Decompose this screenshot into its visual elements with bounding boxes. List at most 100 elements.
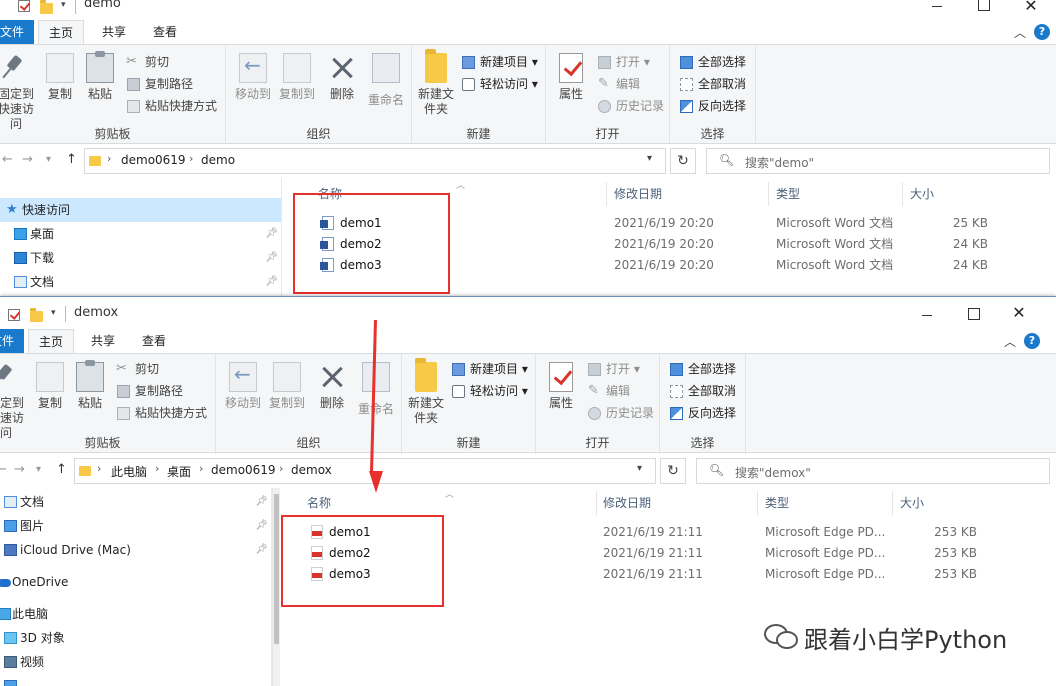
nav-item-icloud-drive[interactable]: iCloud Drive (Mac) 📌︎	[0, 538, 271, 562]
properties-button[interactable]: 属性	[544, 362, 578, 411]
address-history-chevron-down-icon[interactable]: ▾	[637, 463, 642, 474]
copy-button[interactable]: 复制	[42, 53, 78, 102]
close-button[interactable]: ✕	[996, 299, 1042, 331]
move-to-button[interactable]: 移动到	[220, 362, 266, 411]
rename-button[interactable]: 重命名	[354, 362, 398, 417]
pin-quick-access-button[interactable]: 固定到快速访问	[0, 53, 38, 132]
customize-toolbar-chevron-down-icon[interactable]: ▾	[61, 0, 66, 10]
breadcrumb-chevron-right-icon[interactable]: ›	[97, 462, 101, 475]
select-all-button[interactable]: 全部选择	[670, 360, 736, 378]
history-button[interactable]: 历史记录	[588, 404, 654, 422]
properties-quick-icon[interactable]	[8, 309, 20, 321]
back-arrow-icon[interactable]: ←	[0, 462, 7, 477]
nav-item-downloads[interactable]: 下载 📌︎	[0, 246, 281, 270]
copy-to-button[interactable]: 复制到	[274, 53, 320, 102]
tab-home[interactable]: 主页	[28, 329, 75, 353]
nav-item-documents[interactable]: 文档 📌︎	[0, 270, 281, 294]
recent-chevron-down-icon[interactable]: ▾	[46, 154, 51, 165]
new-folder-button[interactable]: 新建文件夹	[406, 358, 446, 426]
nav-item-quick-access[interactable]: 快速访问	[0, 198, 281, 222]
up-arrow-icon[interactable]: ↑	[66, 152, 77, 167]
properties-quick-icon[interactable]	[18, 0, 30, 12]
new-folder-quick-icon[interactable]	[30, 308, 43, 322]
tab-view[interactable]: 查看	[143, 20, 187, 44]
cut-button[interactable]: 剪切	[116, 360, 159, 378]
breadcrumb-chevron-right-icon[interactable]: ›	[279, 462, 283, 475]
column-header-size[interactable]: 大小	[910, 182, 934, 206]
nav-item-onedrive[interactable]: OneDrive	[0, 570, 271, 594]
minimize-button[interactable]	[914, 0, 960, 22]
nav-item-desktop[interactable]: 桌面 📌︎	[0, 222, 281, 246]
open-button[interactable]: 打开 ▾	[588, 360, 640, 378]
tab-home[interactable]: 主页	[38, 20, 85, 44]
pin-quick-access-button[interactable]: 固定到快速访问	[0, 362, 28, 441]
column-header-name[interactable]: 名称	[307, 491, 331, 515]
nav-item-partial[interactable]	[0, 674, 271, 686]
column-header-date[interactable]: 修改日期	[603, 491, 651, 515]
breadcrumb-chevron-right-icon[interactable]: ›	[107, 152, 111, 165]
delete-button[interactable]: 删除	[314, 362, 350, 411]
breadcrumb-chevron-right-icon[interactable]: ›	[189, 152, 193, 165]
tab-view[interactable]: 查看	[132, 329, 176, 353]
up-arrow-icon[interactable]: ↑	[56, 462, 67, 477]
easy-access-button[interactable]: 轻松访问 ▾	[462, 75, 538, 93]
breadcrumb-this-pc[interactable]: 此电脑	[111, 463, 147, 480]
copy-path-button[interactable]: 复制路径	[127, 75, 193, 93]
move-to-button[interactable]: 移动到	[230, 53, 276, 102]
back-arrow-icon[interactable]: ←	[2, 152, 13, 167]
breadcrumb-chevron-right-icon[interactable]: ›	[155, 462, 159, 475]
cut-button[interactable]: 剪切	[126, 53, 169, 71]
invert-selection-button[interactable]: 反向选择	[680, 97, 746, 115]
breadcrumb-demox[interactable]: demox	[291, 463, 332, 477]
refresh-button[interactable]: ↻	[670, 148, 696, 174]
new-folder-button[interactable]: 新建文件夹	[416, 49, 456, 117]
breadcrumb-chevron-right-icon[interactable]: ›	[199, 462, 203, 475]
tab-file[interactable]: 文件	[0, 329, 25, 353]
breadcrumb-demo0619[interactable]: demo0619	[211, 463, 276, 477]
invert-selection-button[interactable]: 反向选择	[670, 404, 736, 422]
select-none-button[interactable]: 全部取消	[680, 75, 746, 93]
tab-file[interactable]: 文件	[0, 20, 35, 44]
customize-toolbar-chevron-down-icon[interactable]: ▾	[51, 308, 56, 318]
help-icon[interactable]: ?	[1024, 333, 1040, 349]
rename-button[interactable]: 重命名	[364, 53, 408, 108]
scrollbar-thumb[interactable]	[274, 494, 279, 644]
search-input[interactable]: 🔍︎ 搜索"demox"	[696, 458, 1050, 484]
column-divider[interactable]	[892, 491, 893, 515]
tab-share[interactable]: 共享	[81, 329, 125, 353]
search-input[interactable]: 🔍︎ 搜索"demo"	[706, 148, 1050, 174]
column-divider[interactable]	[596, 491, 597, 515]
nav-item-3d-objects[interactable]: 3D 对象	[0, 626, 271, 650]
column-header-type[interactable]: 类型	[765, 491, 789, 515]
refresh-button[interactable]: ↻	[660, 458, 686, 484]
maximize-button[interactable]	[960, 0, 1006, 22]
paste-shortcut-button[interactable]: 粘贴快捷方式	[117, 404, 207, 422]
easy-access-button[interactable]: 轻松访问 ▾	[452, 382, 528, 400]
edit-button[interactable]: 编辑	[598, 75, 640, 93]
select-none-button[interactable]: 全部取消	[670, 382, 736, 400]
forward-arrow-icon[interactable]: →	[14, 462, 25, 477]
nav-item-pictures[interactable]: 图片 📌︎	[0, 514, 271, 538]
breadcrumb-desktop[interactable]: 桌面	[167, 463, 191, 480]
nav-item-this-pc[interactable]: 此电脑	[0, 602, 271, 626]
nav-item-documents[interactable]: 文档 📌︎	[0, 490, 271, 514]
tab-share[interactable]: 共享	[92, 20, 136, 44]
delete-button[interactable]: 删除	[324, 53, 360, 102]
breadcrumb-demo[interactable]: demo	[201, 153, 235, 167]
copy-button[interactable]: 复制	[32, 362, 68, 411]
paste-button[interactable]: 粘贴	[82, 51, 118, 102]
column-header-size[interactable]: 大小	[900, 491, 924, 515]
new-item-button[interactable]: 新建项目 ▾	[452, 360, 528, 378]
column-header-date[interactable]: 修改日期	[614, 182, 662, 206]
address-bar[interactable]: › demo0619 › demo ▾	[84, 148, 666, 174]
open-button[interactable]: 打开 ▾	[598, 53, 650, 71]
collapse-ribbon-chevron-up-icon[interactable]: ︿	[1014, 24, 1026, 41]
history-button[interactable]: 历史记录	[598, 97, 664, 115]
new-folder-quick-icon[interactable]	[40, 0, 53, 14]
new-item-button[interactable]: 新建项目 ▾	[462, 53, 538, 71]
paste-shortcut-button[interactable]: 粘贴快捷方式	[127, 97, 217, 115]
recent-chevron-down-icon[interactable]: ▾	[36, 464, 41, 475]
column-divider[interactable]	[757, 491, 758, 515]
minimize-button[interactable]	[904, 299, 950, 331]
address-bar[interactable]: › 此电脑 › 桌面 › demo0619 › demox ▾	[74, 458, 656, 484]
